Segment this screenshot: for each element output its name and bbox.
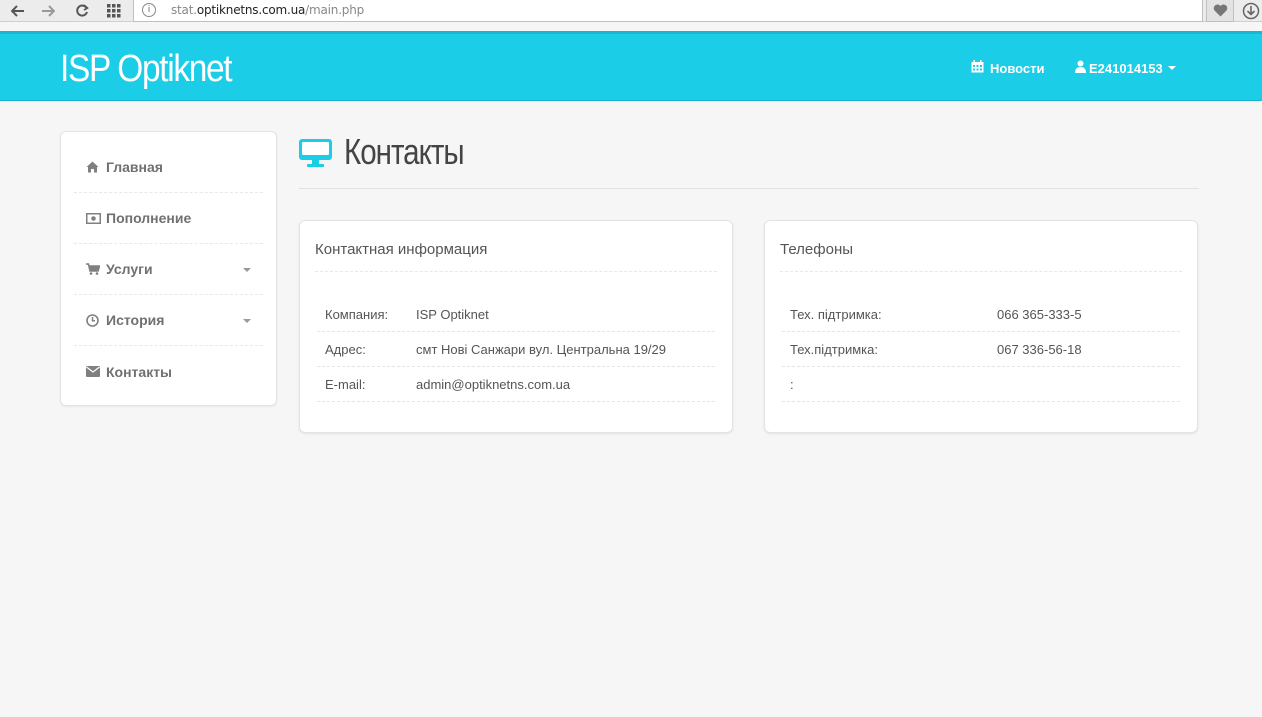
address-bar[interactable]: i stat.optiknetns.com.ua/main.php <box>133 0 1203 22</box>
table-row: Компания: ISP Optiknet <box>317 297 715 332</box>
top-navbar: ISP Optiknet Новости E241014153 <box>0 31 1262 101</box>
news-link[interactable]: Новости <box>971 60 1045 76</box>
monitor-icon <box>299 136 332 168</box>
sidebar-item-services[interactable]: Услуги <box>74 244 263 295</box>
sidebar-nav: Главная Пополнение Услуги История Контак… <box>60 131 277 406</box>
forward-arrow-icon[interactable] <box>38 2 58 20</box>
row-value: смт Нові Санжари вул. Центральна 19/29 <box>416 342 666 357</box>
site-info-icon[interactable]: i <box>142 3 156 17</box>
reload-icon[interactable] <box>72 2 92 20</box>
cart-icon <box>86 263 102 275</box>
sidebar-item-label: Пополнение <box>106 210 192 226</box>
sidebar-item-label: Контакты <box>106 363 173 380</box>
money-icon <box>86 212 102 224</box>
table-row: : <box>782 367 1180 402</box>
table-row: E-mail: admin@optiknetns.com.ua <box>317 367 715 402</box>
table-row: Тех. підтримка: 066 365-333-5 <box>782 297 1180 332</box>
table-row: Адрес: смт Нові Санжари вул. Центральна … <box>317 332 715 367</box>
download-icon[interactable] <box>1242 2 1262 20</box>
sidebar-item-history[interactable]: История <box>74 295 263 346</box>
row-value: 066 365-333-5 <box>997 307 1082 322</box>
row-value: ISP Optiknet <box>416 307 489 322</box>
heart-icon[interactable] <box>1206 0 1234 22</box>
divider <box>315 271 717 272</box>
home-icon <box>86 161 102 173</box>
chevron-down-icon <box>243 268 251 272</box>
row-value: 067 336-56-18 <box>997 342 1082 357</box>
table-row: Тех.підтримка: 067 336-56-18 <box>782 332 1180 367</box>
panel-title: Контактная информация <box>315 241 488 258</box>
clock-icon <box>86 313 102 327</box>
contact-info-panel: Контактная информация Компания: ISP Opti… <box>299 220 733 433</box>
row-key: E-mail: <box>325 377 366 392</box>
panel-title: Телефоны <box>780 241 854 258</box>
row-key: Тех.підтримка: <box>790 342 878 357</box>
brand-logo[interactable]: ISP Optiknet <box>60 48 233 91</box>
page-title: Контакты <box>344 131 465 172</box>
row-key: Тех. підтримка: <box>790 307 882 322</box>
sidebar-item-topup[interactable]: Пополнение <box>74 193 263 244</box>
row-key: Компания: <box>325 307 389 322</box>
divider <box>299 188 1199 189</box>
chevron-down-icon <box>1167 66 1176 70</box>
row-key: : <box>790 377 794 392</box>
sidebar-item-label: Главная <box>106 159 163 175</box>
user-icon <box>1075 60 1086 76</box>
phones-panel: Телефоны Тех. підтримка: 066 365-333-5 Т… <box>764 220 1198 433</box>
calendar-icon <box>971 60 984 76</box>
url-text[interactable]: stat.optiknetns.com.ua/main.php <box>171 3 364 17</box>
back-arrow-icon[interactable] <box>8 2 28 20</box>
sidebar-item-contacts[interactable]: Контакты <box>74 346 263 397</box>
chevron-down-icon <box>243 319 251 323</box>
envelope-icon <box>86 366 102 377</box>
user-menu-toggle[interactable]: E241014153 <box>1075 60 1176 76</box>
email-link[interactable]: admin@optiknetns.com.ua <box>416 377 570 392</box>
browser-toolbar: i stat.optiknetns.com.ua/main.php <box>0 0 1262 22</box>
page-heading: Контакты <box>299 128 490 176</box>
sidebar-item-label: Услуги <box>106 261 153 277</box>
news-label: Новости <box>990 60 1045 76</box>
sidebar-item-home[interactable]: Главная <box>74 142 263 193</box>
apps-grid-icon[interactable] <box>104 2 124 20</box>
divider <box>780 271 1182 272</box>
user-id-label: E241014153 <box>1089 60 1163 76</box>
row-key: Адрес: <box>325 342 366 357</box>
sidebar-item-label: История <box>106 312 165 328</box>
